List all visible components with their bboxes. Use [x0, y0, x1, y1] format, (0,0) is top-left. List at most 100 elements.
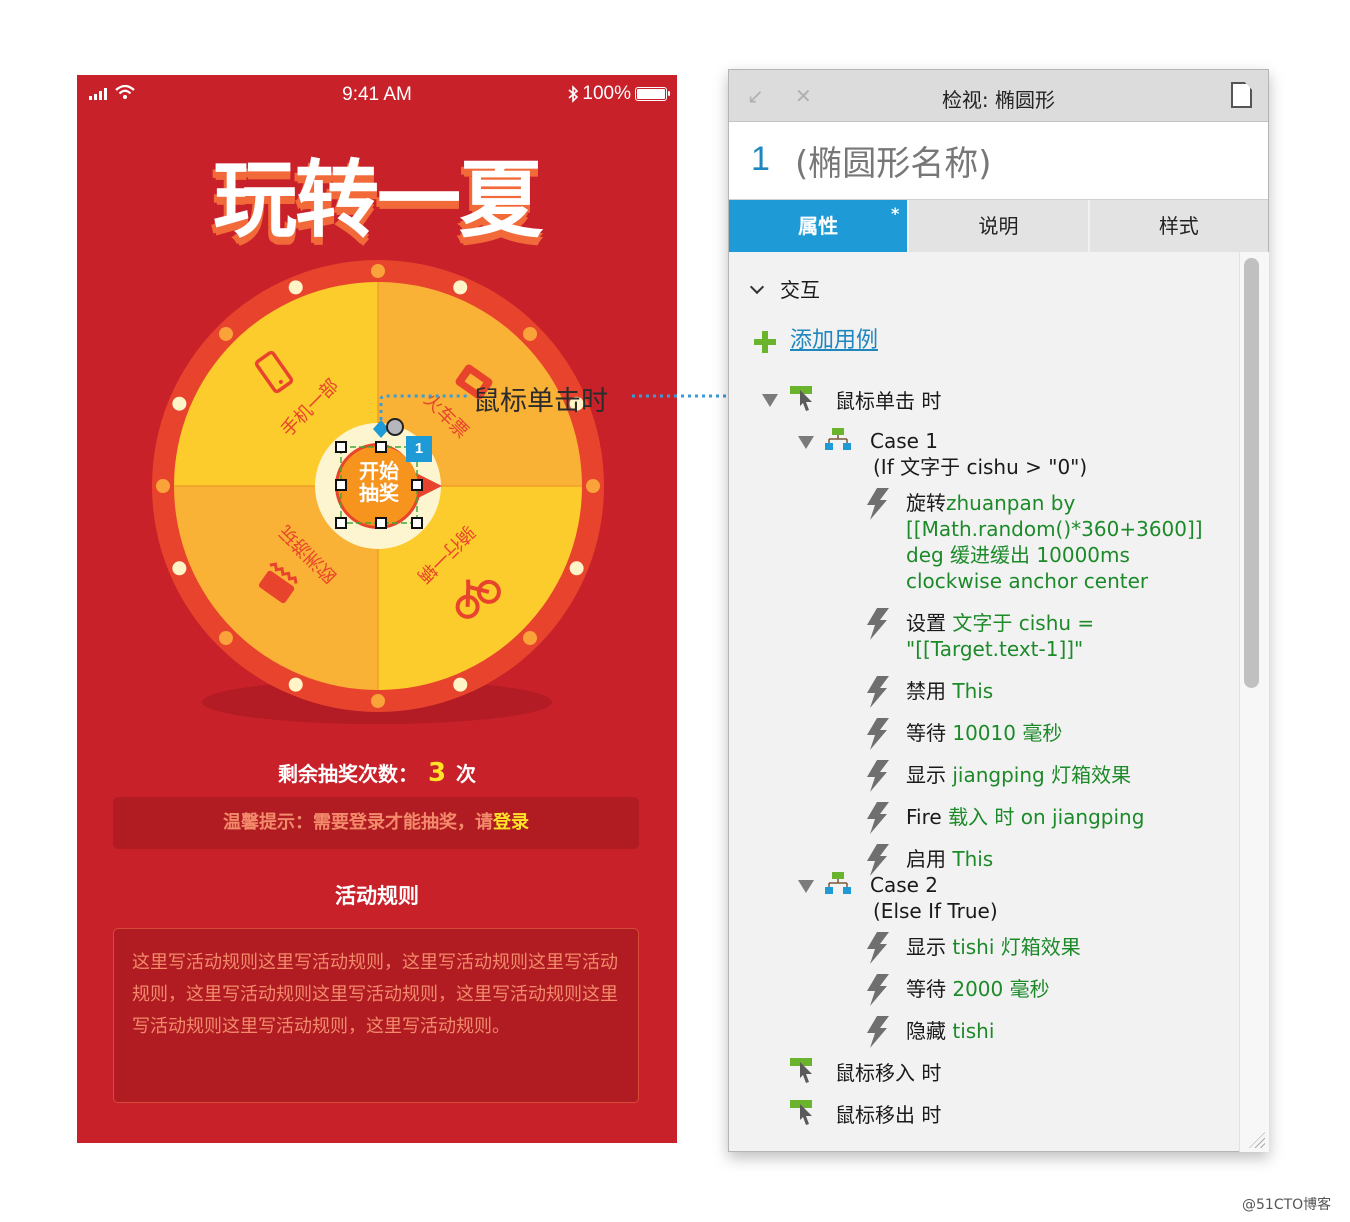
action-verb: 显示 [906, 935, 946, 959]
shape-number: 1 [751, 140, 770, 178]
rim-light [172, 561, 187, 576]
login-link[interactable]: 登录 [493, 812, 529, 833]
remaining-number: 3 [427, 758, 447, 788]
interaction-badge: 1 [406, 436, 432, 462]
rules-box: 这里写活动规则这里写活动规则，这里写活动规则这里写活动规则，这里写活动规则这里写… [113, 928, 639, 1103]
shape-name-placeholder[interactable]: (椭圆形名称) [795, 136, 992, 185]
panel-titlebar: ↙ ✕ 检视: 椭圆形 [729, 70, 1268, 122]
case-icon [825, 872, 851, 894]
expand-triangle-icon[interactable] [762, 394, 778, 407]
action-item[interactable]: 显示 jiangping 灯箱效果 [906, 762, 1131, 788]
rim-light [156, 479, 170, 493]
action-detail: "[[Target.text-1]]" [906, 637, 1084, 661]
start-button-label[interactable]: 开始 抽奖 [347, 460, 411, 504]
resize-handle[interactable] [335, 441, 347, 453]
event-cursor-icon [790, 1100, 812, 1125]
action-detail: tishi 灯箱效果 [952, 935, 1081, 959]
rim-light [288, 677, 303, 692]
section-interactions[interactable]: 交互 [780, 277, 820, 303]
battery-fill [637, 89, 665, 99]
rim-light [172, 396, 187, 411]
add-case-link[interactable]: 添加用例 [790, 328, 878, 354]
action-verb: 禁用 [906, 679, 946, 703]
chevron-down-icon[interactable] [749, 279, 765, 295]
resize-handle[interactable] [411, 517, 423, 529]
action-item[interactable]: 禁用 This [906, 678, 993, 704]
event-callout-label: 鼠标单击时 [473, 386, 608, 417]
inspector-tabs: 属性 * 说明 样式 [729, 200, 1268, 252]
tip-text: 温馨提示：需要登录才能抽奖，请 [223, 812, 493, 833]
action-bolt-icon [867, 676, 889, 708]
action-detail: tishi [952, 1019, 995, 1043]
rim-light [371, 264, 385, 278]
action-detail: 载入 时 on jiangping [948, 805, 1145, 829]
add-icon[interactable] [754, 331, 776, 353]
shape-name-field[interactable]: 1 (椭圆形名称) [729, 122, 1268, 200]
action-item[interactable]: 隐藏 tishi [906, 1018, 994, 1044]
case-title[interactable]: Case 2 [870, 872, 938, 898]
action-bolt-icon [867, 802, 889, 834]
action-item[interactable]: 等待 10010 毫秒 [906, 720, 1062, 746]
expand-triangle-icon[interactable] [798, 436, 814, 449]
action-detail: deg 缓进缓出 10000ms [906, 543, 1130, 567]
tab-notes[interactable]: 说明 [909, 200, 1090, 252]
start-line-1: 开始 [359, 459, 399, 483]
action-item[interactable]: 启用 This [906, 846, 993, 872]
rim-light [569, 561, 584, 576]
action-detail: clockwise anchor center [906, 569, 1149, 593]
resize-handle[interactable] [411, 479, 423, 491]
phone-mockup: 9:41 AM 100% 玩转一夏 手机一部 火车票 骑行一辆 欧洲游玩 开始 … [77, 75, 677, 1143]
rim-light [523, 326, 538, 341]
remaining-count: 剩余抽奖次数： 3 次 [77, 758, 677, 788]
event-label[interactable]: 鼠标单击 时 [835, 388, 941, 414]
status-bar: 9:41 AM 100% [77, 75, 677, 115]
watermark: @51CTO博客 [1242, 1197, 1332, 1213]
action-item[interactable]: 显示 tishi 灯箱效果 [906, 934, 1081, 960]
expand-triangle-icon[interactable] [798, 880, 814, 893]
battery-icon [635, 87, 670, 101]
action-bolt-icon [867, 974, 889, 1006]
action-bolt-icon [867, 932, 889, 964]
event-label[interactable]: 鼠标移入 时 [835, 1060, 941, 1086]
action-detail: zhuanpan by [946, 491, 1076, 515]
action-item[interactable]: 等待 2000 毫秒 [906, 976, 1050, 1002]
rim-light [218, 326, 233, 341]
bluetooth-icon [568, 85, 579, 103]
battery-percent: 100% [582, 83, 631, 104]
action-verb: Fire [906, 805, 942, 829]
action-bolt-icon [867, 760, 889, 792]
action-detail: This [952, 679, 994, 703]
event-label[interactable]: 鼠标移出 时 [835, 1102, 941, 1128]
action-detail: [[Math.random()*360+3600]] [906, 517, 1203, 541]
action-bolt-icon [867, 488, 889, 520]
rim-light [288, 280, 303, 295]
rim-light [371, 694, 385, 708]
action-detail: jiangping 灯箱效果 [952, 763, 1132, 787]
action-item[interactable]: Fire 载入 时 on jiangping [906, 804, 1144, 830]
action-item[interactable]: 旋转zhuanpan by [[Math.random()*360+3600]] d… [906, 490, 1203, 594]
action-verb: 旋转 [906, 491, 946, 515]
tab-label: 属性 [798, 214, 839, 238]
action-verb: 隐藏 [906, 1019, 946, 1043]
resize-handle[interactable] [335, 517, 347, 529]
resize-handle[interactable] [335, 479, 347, 491]
rim-light [218, 631, 233, 646]
case-icon [825, 428, 851, 450]
rim-light [586, 479, 600, 493]
action-bolt-icon [867, 608, 889, 640]
inspector-panel: ↙ ✕ 检视: 椭圆形 1 (椭圆形名称) 属性 * 说明 样式 交互 添加用例 … [728, 69, 1269, 1152]
start-line-2: 抽奖 [359, 481, 399, 505]
action-bolt-icon [867, 1016, 889, 1048]
rim-light [523, 631, 538, 646]
resize-handle[interactable] [375, 441, 387, 453]
tab-label: 样式 [1158, 214, 1199, 238]
resize-handle[interactable] [375, 517, 387, 529]
scrollbar-thumb[interactable] [1244, 258, 1259, 688]
case-title[interactable]: Case 1 [870, 428, 938, 454]
hero-title: 玩转一夏 [212, 151, 543, 249]
action-item[interactable]: 设置 文字于 cishu = "[[Target.text-1]]" [906, 610, 1094, 662]
tab-properties[interactable]: 属性 * [729, 200, 910, 252]
rules-title: 活动规则 [335, 884, 419, 908]
tab-style[interactable]: 样式 [1090, 200, 1268, 252]
panel-title: 检视: 椭圆形 [941, 88, 1056, 112]
